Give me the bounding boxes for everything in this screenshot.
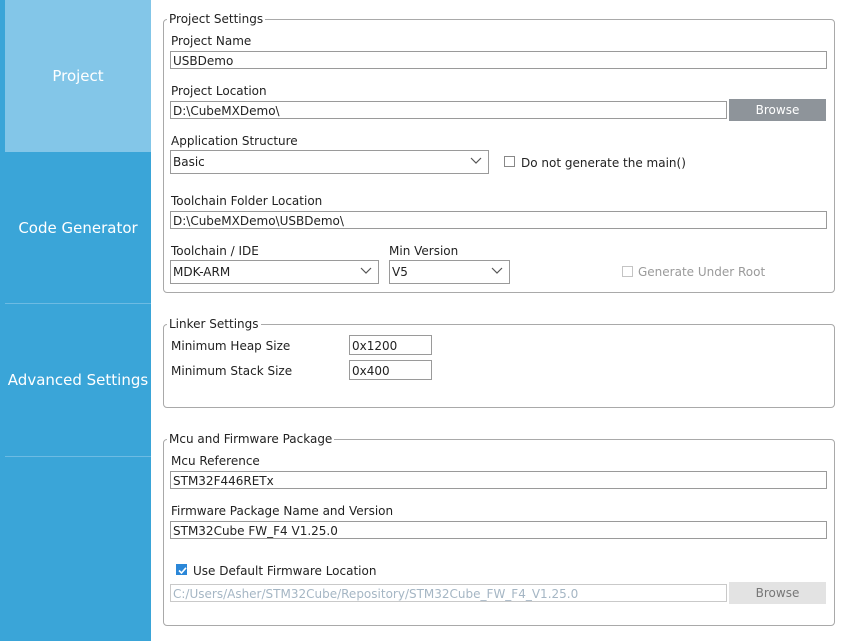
do-not-generate-main-checkbox[interactable] [504, 156, 515, 167]
project-name-label: Project Name [171, 34, 252, 48]
firmware-location-browse-button[interactable]: Browse [729, 582, 826, 604]
use-default-firmware-location-label: Use Default Firmware Location [193, 564, 377, 578]
minimum-heap-size-field[interactable]: 0x1200 [349, 335, 432, 355]
sidebar-divider [5, 456, 151, 457]
chevron-down-icon [360, 267, 372, 274]
project-settings-legend: Project Settings [167, 12, 266, 26]
minimum-stack-size-field[interactable]: 0x400 [349, 360, 432, 380]
mcu-firmware-legend: Mcu and Firmware Package [167, 432, 335, 446]
project-location-browse-button[interactable]: Browse [729, 99, 826, 121]
min-version-label: Min Version [389, 244, 459, 258]
minimum-heap-size-label: Minimum Heap Size [171, 339, 291, 353]
toolchain-ide-select[interactable]: MDK-ARM [170, 260, 379, 284]
toolchain-folder-field[interactable]: D:\CubeMXDemo\USBDemo\ [170, 211, 827, 229]
mcu-reference-label: Mcu Reference [171, 454, 260, 468]
project-location-field[interactable]: D:\CubeMXDemo\ [170, 101, 727, 119]
toolchain-ide-label: Toolchain / IDE [171, 244, 259, 258]
sidebar-tab-label: Project [52, 67, 104, 85]
project-name-field[interactable]: USBDemo [170, 51, 827, 69]
sidebar-tab-advanced-settings[interactable]: Advanced Settings [5, 304, 151, 456]
application-structure-label: Application Structure [171, 134, 298, 148]
sidebar-tab-project[interactable]: Project [5, 0, 151, 152]
mcu-reference-field[interactable]: STM32F446RETx [170, 471, 827, 489]
sidebar: Project Code Generator Advanced Settings [0, 0, 151, 641]
generate-under-root-label: Generate Under Root [638, 265, 766, 279]
do-not-generate-main-label: Do not generate the main() [521, 156, 686, 170]
min-version-select[interactable]: V5 [389, 260, 510, 284]
toolchain-ide-value: MDK-ARM [173, 265, 231, 279]
sidebar-tab-code-generator[interactable]: Code Generator [5, 153, 151, 303]
chevron-down-icon [470, 157, 482, 164]
min-version-value: V5 [392, 265, 408, 279]
application-structure-select[interactable]: Basic [170, 150, 489, 174]
chevron-down-icon [491, 267, 503, 274]
sidebar-tab-label: Code Generator [18, 219, 138, 237]
toolchain-folder-label: Toolchain Folder Location [171, 194, 323, 208]
project-location-label: Project Location [171, 84, 267, 98]
linker-settings-legend: Linker Settings [167, 317, 261, 331]
sidebar-tab-label: Advanced Settings [7, 371, 149, 389]
firmware-package-field[interactable]: STM32Cube FW_F4 V1.25.0 [170, 521, 827, 539]
firmware-location-field[interactable]: C:/Users/Asher/STM32Cube/Repository/STM3… [170, 584, 727, 602]
checkmark-icon [178, 567, 187, 575]
generate-under-root-checkbox[interactable] [622, 266, 633, 277]
application-structure-value: Basic [173, 155, 205, 169]
firmware-package-label: Firmware Package Name and Version [171, 504, 394, 518]
use-default-firmware-location-checkbox[interactable] [176, 564, 187, 575]
minimum-stack-size-label: Minimum Stack Size [171, 364, 293, 378]
